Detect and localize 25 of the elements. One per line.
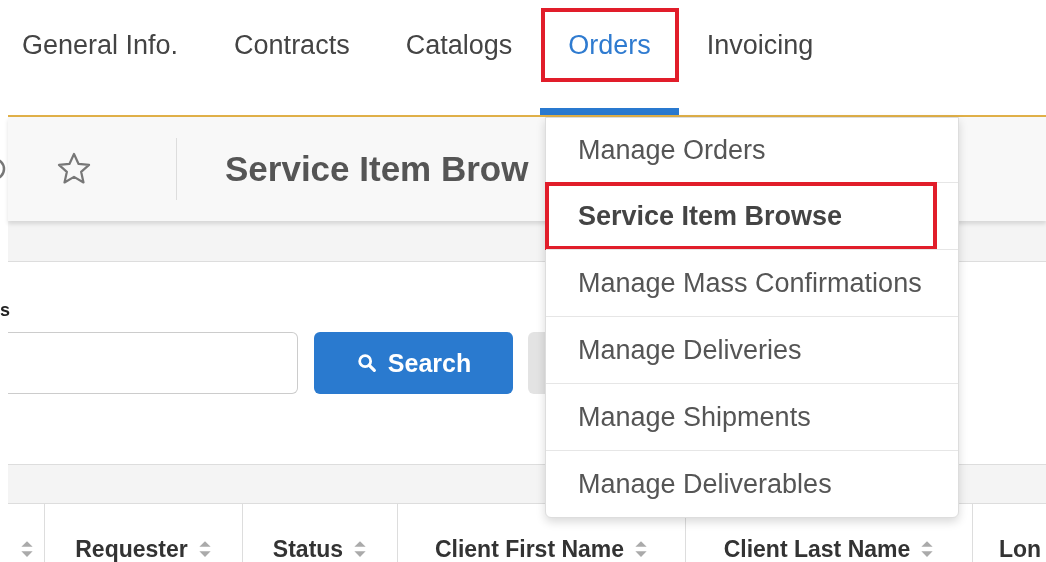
sort-icon[interactable] <box>353 540 368 558</box>
search-icon <box>355 352 378 374</box>
search-button[interactable]: Search <box>314 332 513 394</box>
nav-tab[interactable]: General Info. <box>0 0 207 115</box>
column-header[interactable]: Status <box>272 535 344 562</box>
sort-icon[interactable] <box>197 540 212 558</box>
field-label: s <box>0 300 11 322</box>
column-header[interactable]: Client Last Name <box>723 535 911 562</box>
sort-icon[interactable] <box>20 540 34 558</box>
sort-icon[interactable] <box>634 540 649 558</box>
search-field[interactable] <box>8 332 298 394</box>
nav-tab[interactable]: Invoicing <box>678 0 842 115</box>
page-title: Service Item Brow <box>225 149 529 189</box>
menu-item[interactable]: Manage Shipments <box>546 383 958 450</box>
sort-icon[interactable] <box>920 540 935 558</box>
menu-item[interactable]: Service Item Browse <box>546 182 958 249</box>
column-header[interactable]: Requester <box>75 535 188 562</box>
column-header[interactable]: Client First Name <box>434 535 625 562</box>
menu-item[interactable]: Manage Orders <box>546 118 958 182</box>
column-header[interactable]: Lon <box>999 535 1042 562</box>
menu-item[interactable]: Manage Mass Confirmations <box>546 249 958 316</box>
menu-item[interactable]: Manage Deliveries <box>546 316 958 383</box>
menu-item[interactable]: Manage Deliverables <box>546 450 958 517</box>
nav-tab[interactable]: Contracts <box>206 0 378 115</box>
nav-tab[interactable]: Catalogs <box>377 0 541 115</box>
